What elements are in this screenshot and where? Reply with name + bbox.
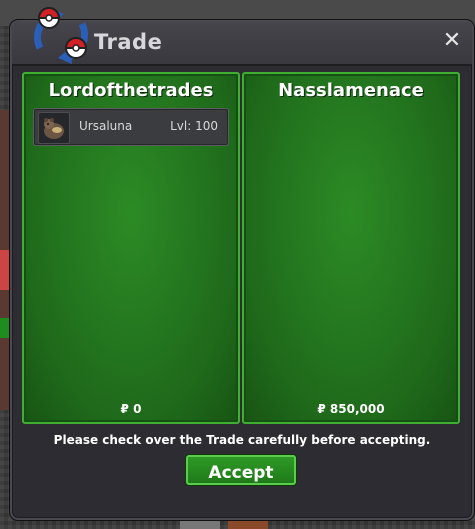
- background-tile: [0, 250, 10, 290]
- trade-panels: Lordofthetrades Ursaluna Lvl: 100 ₽ 0 Na…: [22, 72, 460, 424]
- trade-warning-text: Please check over the Trade carefully be…: [53, 433, 431, 447]
- trade-logo-icon: [34, 7, 88, 64]
- ursaluna-sprite-icon: [38, 112, 70, 144]
- right-player-name: Nasslamenace: [278, 80, 424, 101]
- background-tile: [0, 318, 10, 338]
- offer-item-row[interactable]: Ursaluna Lvl: 100: [33, 108, 229, 146]
- accept-button[interactable]: Accept: [186, 455, 296, 485]
- trade-window: Trade ✕ Lordofthetrades Ursaluna Lvl: 10…: [10, 7, 474, 520]
- partner-offer-panel: Nasslamenace ₽ 850,000: [242, 72, 460, 424]
- window-title: Trade: [94, 30, 163, 54]
- left-money-offer[interactable]: ₽ 0: [24, 402, 238, 416]
- my-offer-panel[interactable]: Lordofthetrades Ursaluna Lvl: 100 ₽ 0: [22, 72, 240, 424]
- close-icon[interactable]: ✕: [440, 29, 464, 53]
- left-player-name: Lordofthetrades: [48, 80, 214, 101]
- right-money-offer: ₽ 850,000: [317, 402, 385, 416]
- item-name: Ursaluna: [79, 119, 133, 133]
- item-level: Lvl: 100: [170, 119, 218, 133]
